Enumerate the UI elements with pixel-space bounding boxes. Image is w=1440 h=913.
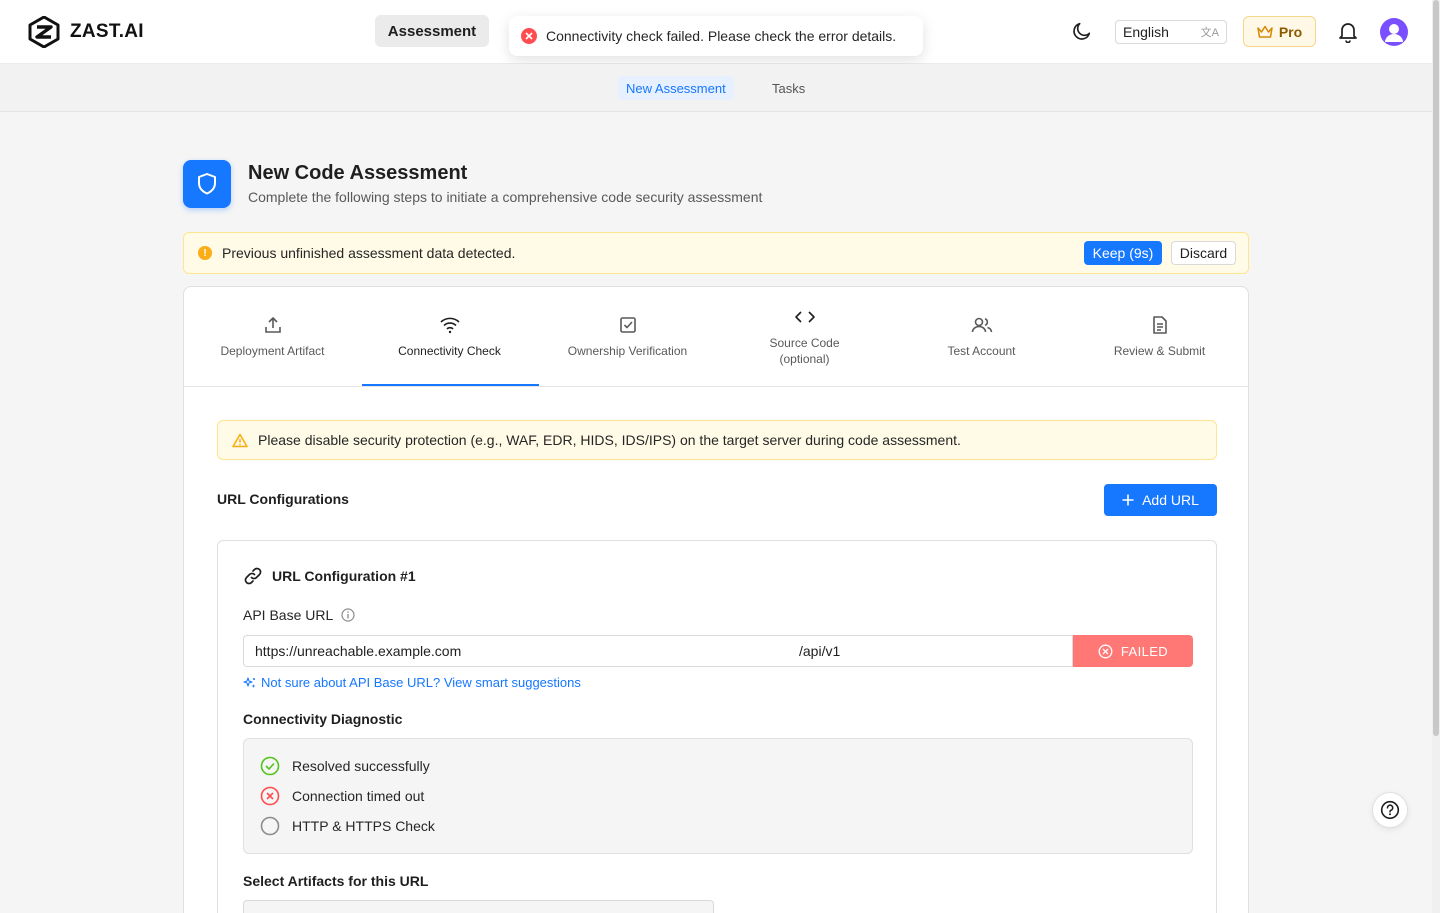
code-icon bbox=[794, 311, 815, 323]
add-url-button[interactable]: Add URL bbox=[1104, 484, 1217, 516]
language-select[interactable]: English 文A bbox=[1115, 20, 1227, 44]
checkbox-icon bbox=[619, 317, 636, 333]
connectivity-diagnostic-box: Resolved successfully Connection timed o… bbox=[243, 738, 1193, 854]
step-ownership-verification[interactable]: Ownership Verification bbox=[539, 287, 716, 387]
step-review-submit[interactable]: Review & Submit bbox=[1071, 287, 1248, 387]
diagnostic-label: HTTP & HTTPS Check bbox=[292, 818, 435, 834]
document-icon bbox=[1152, 316, 1167, 334]
sparkle-icon bbox=[243, 676, 256, 688]
active-step-indicator bbox=[362, 384, 539, 386]
logo[interactable]: ZAST.AI bbox=[28, 16, 144, 48]
diagnostic-item-dns: Resolved successfully bbox=[260, 756, 430, 776]
scrollbar-thumb[interactable] bbox=[1433, 0, 1439, 736]
question-icon bbox=[1380, 800, 1400, 820]
diagnostic-label: Resolved successfully bbox=[292, 758, 430, 774]
api-base-url-input[interactable] bbox=[243, 635, 790, 667]
url-configuration-title: URL Configuration #1 bbox=[243, 566, 416, 586]
alert-message: Please disable security protection (e.g.… bbox=[258, 432, 961, 448]
page-title: New Code Assessment bbox=[248, 162, 468, 184]
diagnostic-item-http: HTTP & HTTPS Check bbox=[260, 816, 435, 836]
page-subtitle: Complete the following steps to initiate… bbox=[248, 189, 763, 205]
step-label: Review & Submit bbox=[1113, 344, 1206, 358]
link-icon bbox=[244, 567, 262, 585]
step-test-account[interactable]: Test Account bbox=[893, 287, 1070, 387]
url-configuration-card: URL Configuration #1 API Base URL FAILED bbox=[217, 540, 1217, 913]
zast-logo-icon bbox=[28, 16, 60, 48]
step-label: Deployment Artifact bbox=[220, 344, 325, 358]
keep-button[interactable]: Keep (9s) bbox=[1084, 241, 1162, 265]
diagnostic-label: Connection timed out bbox=[292, 788, 425, 804]
api-base-url-label: API Base URL bbox=[243, 607, 355, 623]
wifi-icon bbox=[439, 317, 460, 334]
avatar[interactable] bbox=[1380, 18, 1408, 46]
pro-badge[interactable]: Pro bbox=[1243, 16, 1316, 47]
pro-label: Pro bbox=[1278, 23, 1303, 40]
add-url-label: Add URL bbox=[1142, 492, 1199, 508]
connectivity-diagnostic-title: Connectivity Diagnostic bbox=[243, 711, 403, 727]
users-icon bbox=[971, 317, 992, 333]
check-status-failed-button[interactable]: FAILED bbox=[1073, 635, 1193, 667]
api-base-url-label-text: API Base URL bbox=[243, 607, 334, 623]
assessment-card: Deployment Artifact Connectivity Check O… bbox=[183, 286, 1249, 913]
sub-navigation: New Assessment Tasks bbox=[0, 64, 1432, 112]
tab-tasks[interactable]: Tasks bbox=[764, 76, 813, 100]
check-circle-icon bbox=[260, 756, 280, 776]
step-label: Connectivity Check bbox=[398, 344, 501, 358]
crown-icon bbox=[1257, 25, 1273, 38]
diagnostic-item-connection: Connection timed out bbox=[260, 786, 424, 806]
failed-label: FAILED bbox=[1120, 643, 1169, 659]
tab-new-assessment[interactable]: New Assessment bbox=[618, 76, 734, 100]
url-configurations-title: URL Configurations bbox=[217, 491, 349, 507]
step-label: Ownership Verification bbox=[567, 344, 688, 358]
banner-message: Previous unfinished assessment data dete… bbox=[222, 245, 516, 261]
upload-icon bbox=[264, 317, 281, 333]
plus-icon bbox=[1122, 494, 1134, 506]
translate-icon: 文A bbox=[1200, 27, 1219, 39]
smart-suggestions-link[interactable]: Not sure about API Base URL? View smart … bbox=[243, 675, 581, 690]
step-source-code[interactable]: Source Code (optional) bbox=[716, 287, 893, 387]
error-circle-icon bbox=[260, 786, 280, 806]
close-circle-icon bbox=[1098, 644, 1113, 658]
select-artifacts-title: Select Artifacts for this URL bbox=[243, 873, 429, 889]
step-label: Test Account bbox=[947, 344, 1016, 358]
language-value: English bbox=[1123, 24, 1169, 40]
error-icon bbox=[521, 28, 537, 44]
smart-suggestions-text: Not sure about API Base URL? View smart … bbox=[261, 675, 581, 690]
error-toast: Connectivity check failed. Please check … bbox=[509, 16, 923, 56]
logo-text: ZAST.AI bbox=[70, 21, 144, 42]
step-deployment-artifact[interactable]: Deployment Artifact bbox=[184, 287, 361, 387]
steps-bar: Deployment Artifact Connectivity Check O… bbox=[184, 287, 1248, 387]
assessment-nav-button[interactable]: Assessment bbox=[375, 15, 489, 47]
security-protection-alert: Please disable security protection (e.g.… bbox=[217, 420, 1217, 460]
url-card-title-text: URL Configuration #1 bbox=[272, 568, 416, 584]
bell-icon[interactable] bbox=[1338, 21, 1358, 43]
step-connectivity-check[interactable]: Connectivity Check bbox=[361, 287, 538, 387]
warning-triangle-icon bbox=[232, 433, 248, 447]
step-label: Source Code (optional) bbox=[769, 336, 840, 366]
api-path-input[interactable] bbox=[789, 635, 1073, 667]
moon-icon[interactable] bbox=[1071, 20, 1093, 42]
artifacts-select[interactable] bbox=[243, 900, 714, 913]
discard-button[interactable]: Discard bbox=[1171, 241, 1236, 265]
warning-icon: ! bbox=[198, 246, 212, 260]
shield-icon bbox=[183, 160, 231, 208]
top-header: ZAST.AI Assessment Connectivity check fa… bbox=[0, 0, 1440, 64]
help-button[interactable] bbox=[1372, 792, 1408, 828]
info-icon[interactable] bbox=[341, 608, 355, 622]
pending-circle-icon bbox=[260, 816, 280, 836]
toast-message: Connectivity check failed. Please check … bbox=[546, 28, 897, 44]
